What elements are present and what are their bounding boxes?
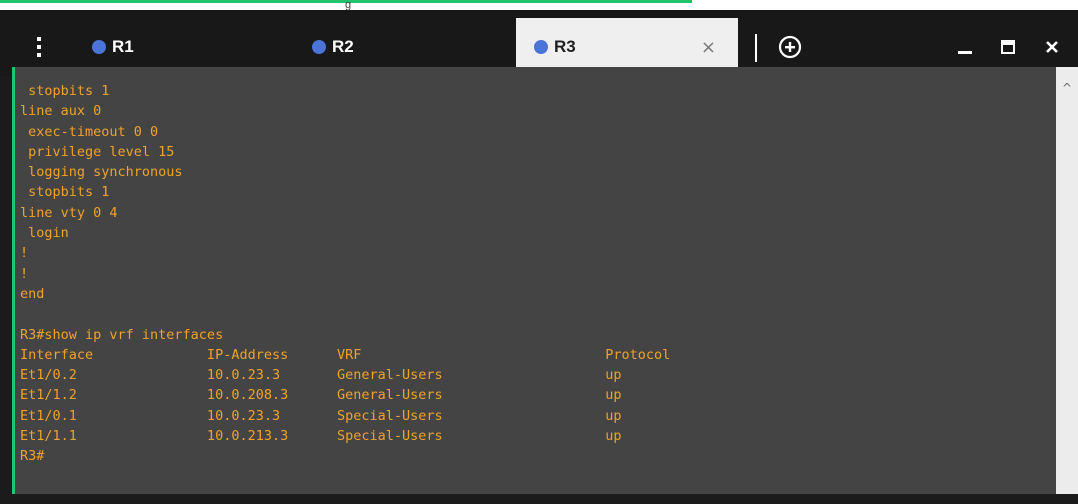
terminal-line: ! — [20, 245, 29, 262]
terminal-line: stopbits 1 — [20, 184, 110, 201]
terminal-output: stopbits 1 line aux 0 exec-timeout 0 0 pr… — [15, 67, 1056, 467]
terminal-line: exec-timeout 0 0 — [20, 123, 159, 140]
minimize-icon — [958, 51, 972, 54]
terminal-line: logging synchronous — [20, 164, 183, 181]
close-tab-icon[interactable]: × — [701, 37, 716, 58]
tab-status-dot — [534, 40, 548, 54]
tab-separator — [755, 34, 757, 62]
add-circle-icon — [778, 35, 802, 59]
close-icon — [1046, 41, 1058, 53]
terminal-line: privilege level 15 — [20, 143, 175, 160]
background-text-fragment: g — [345, 0, 352, 11]
terminal-line: Et1/1.2 10.0.208.3 General-Users up — [20, 387, 622, 404]
terminal-line: login — [20, 225, 69, 242]
terminal-line: line aux 0 — [20, 103, 102, 120]
terminal-line: Et1/1.1 10.0.213.3 Special-Users up — [20, 428, 622, 445]
vertical-scrollbar[interactable]: ^ — [1056, 67, 1078, 494]
terminal-line: line vty 0 4 — [20, 204, 118, 221]
scroll-up-icon[interactable]: ^ — [1056, 81, 1078, 95]
tab-label: R1 — [112, 37, 134, 56]
terminal-line: ! — [20, 265, 29, 282]
terminal-line: stopbits 1 — [20, 83, 110, 99]
tab-label: R3 — [554, 37, 576, 56]
maximize-icon — [1001, 40, 1015, 54]
terminal-line: Et1/0.2 10.0.23.3 General-Users up — [20, 367, 622, 384]
terminal-line: end — [20, 285, 45, 302]
tab-label: R2 — [332, 37, 354, 56]
terminal-line: R3# — [20, 448, 45, 465]
terminal-line: Et1/0.1 10.0.23.3 Special-Users up — [20, 407, 622, 424]
terminal-line: R3#show ip vrf interfaces — [20, 326, 224, 343]
terminal-line: Interface IP-Address VRF Protocol — [20, 346, 671, 363]
tab-status-dot — [312, 40, 326, 54]
terminal-console[interactable]: stopbits 1 line aux 0 exec-timeout 0 0 pr… — [12, 67, 1056, 494]
vertical-ellipsis-icon — [37, 37, 41, 57]
tab-status-dot — [92, 40, 106, 54]
